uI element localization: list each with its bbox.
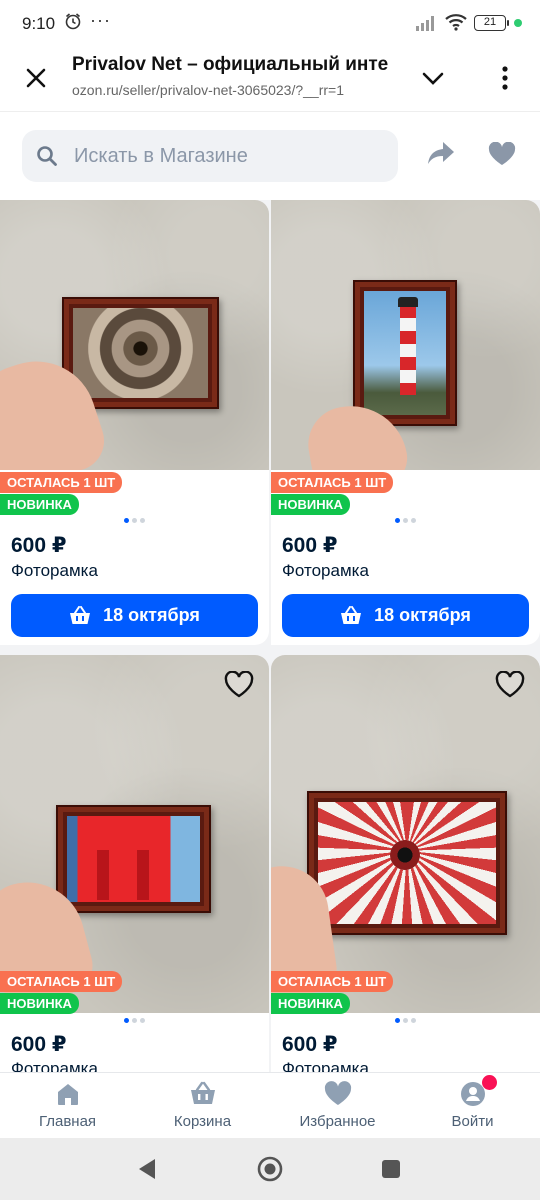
product-name[interactable]: Фоторамка	[11, 1059, 98, 1072]
system-navigation-bar	[0, 1138, 540, 1200]
nav-cart[interactable]: Корзина	[135, 1073, 270, 1139]
add-to-favorites-button[interactable]	[222, 667, 256, 701]
product-card[interactable]: ОСТАЛАСЬ 1 ШТ НОВИНКА 600 ₽ Фоторамка 18…	[271, 200, 540, 645]
stock-badge: ОСТАЛАСЬ 1 ШТ	[0, 971, 123, 992]
product-name[interactable]: Фоторамка	[11, 561, 98, 581]
product-name[interactable]: Фоторамка	[282, 561, 369, 581]
signal-icon	[416, 15, 438, 36]
image-pager-dots	[124, 518, 154, 524]
heart-icon	[324, 1081, 352, 1111]
home-button[interactable]	[256, 1155, 284, 1188]
stock-badge: ОСТАЛАСЬ 1 ШТ	[0, 472, 123, 493]
close-icon	[26, 68, 46, 88]
home-icon	[55, 1081, 81, 1112]
browser-header: Privalov Net – официальный инте ozon.ru/…	[0, 44, 540, 112]
product-card[interactable]: ОСТАЛАСЬ 1 ШТ НОВИНКА 600 ₽ Фоторамка	[271, 655, 540, 1072]
new-badge: НОВИНКА	[271, 993, 350, 1014]
nav-label: Избранное	[299, 1113, 376, 1130]
image-pager-dots	[395, 1018, 425, 1024]
back-button[interactable]	[136, 1157, 158, 1186]
add-to-cart-button[interactable]: 18 октября	[282, 594, 529, 637]
product-image[interactable]	[0, 655, 269, 1013]
product-card[interactable]: ОСТАЛАСЬ 1 ШТ НОВИНКА 600 ₽ Фоторамка	[0, 655, 269, 1072]
cart-icon	[189, 1081, 217, 1112]
status-time: 9:10	[22, 14, 56, 33]
nav-label: Корзина	[173, 1113, 232, 1130]
battery-indicator: 21	[474, 15, 509, 31]
bottom-navigation: Главная Корзина Избранное Войти	[0, 1072, 540, 1138]
stock-badge: ОСТАЛАСЬ 1 ШТ	[271, 971, 394, 992]
delivery-date: 18 октября	[374, 605, 471, 625]
heart-icon	[488, 141, 516, 165]
image-pager-dots	[395, 518, 425, 524]
product-image[interactable]	[271, 655, 540, 1013]
product-price: 600 ₽	[282, 1033, 338, 1056]
more-notifications-icon: ···	[90, 10, 111, 30]
close-button[interactable]	[20, 62, 52, 94]
expand-button[interactable]	[418, 64, 448, 94]
back-icon	[139, 1159, 155, 1179]
search-box[interactable]	[22, 130, 398, 182]
new-badge: НОВИНКА	[0, 494, 79, 515]
share-button[interactable]	[426, 140, 456, 171]
page-url[interactable]: ozon.ru/seller/privalov-net-3065023/?__r…	[72, 82, 397, 98]
heart-outline-icon	[495, 670, 525, 697]
favorite-store-button[interactable]	[488, 141, 516, 171]
search-row	[0, 112, 540, 200]
search-input[interactable]	[74, 130, 384, 182]
status-bar: 9:10 ··· 21	[0, 0, 540, 44]
cart-icon	[70, 605, 91, 624]
profile-icon	[460, 1081, 486, 1112]
heart-outline-icon	[224, 670, 254, 697]
alarm-icon	[64, 12, 82, 35]
chevron-down-icon	[422, 72, 444, 85]
share-icon	[428, 142, 454, 164]
nav-favorites[interactable]: Избранное	[270, 1073, 405, 1139]
overflow-menu-button[interactable]	[490, 62, 520, 94]
add-to-cart-button[interactable]: 18 октября	[11, 594, 258, 637]
recents-icon	[382, 1160, 400, 1178]
cart-icon	[341, 605, 362, 624]
nav-label: Войти	[451, 1113, 494, 1130]
product-name[interactable]: Фоторамка	[282, 1059, 369, 1072]
home-circle-icon	[257, 1156, 283, 1182]
recents-button[interactable]	[380, 1158, 402, 1185]
nav-home[interactable]: Главная	[0, 1073, 135, 1139]
status-dot	[514, 19, 522, 27]
product-image[interactable]	[0, 200, 269, 470]
nav-login[interactable]: Войти	[405, 1073, 540, 1139]
stock-badge: ОСТАЛАСЬ 1 ШТ	[271, 472, 394, 493]
nav-label: Главная	[38, 1113, 97, 1130]
product-image[interactable]	[271, 200, 540, 470]
notification-dot	[482, 1075, 497, 1090]
new-badge: НОВИНКА	[0, 993, 79, 1014]
product-grid: ОСТАЛАСЬ 1 ШТ НОВИНКА 600 ₽ Фоторамка 18…	[0, 200, 540, 1072]
product-price: 600 ₽	[11, 1033, 67, 1056]
product-card[interactable]: ОСТАЛАСЬ 1 ШТ НОВИНКА 600 ₽ Фоторамка 18…	[0, 200, 269, 645]
new-badge: НОВИНКА	[271, 494, 350, 515]
more-vertical-icon	[502, 66, 508, 90]
product-price: 600 ₽	[282, 534, 338, 557]
image-pager-dots	[124, 1018, 154, 1024]
delivery-date: 18 октября	[103, 605, 200, 625]
add-to-favorites-button[interactable]	[493, 667, 527, 701]
search-icon	[36, 145, 58, 172]
wifi-icon	[444, 13, 468, 36]
product-price: 600 ₽	[11, 534, 67, 557]
page-title: Privalov Net – официальный инте	[72, 54, 389, 75]
